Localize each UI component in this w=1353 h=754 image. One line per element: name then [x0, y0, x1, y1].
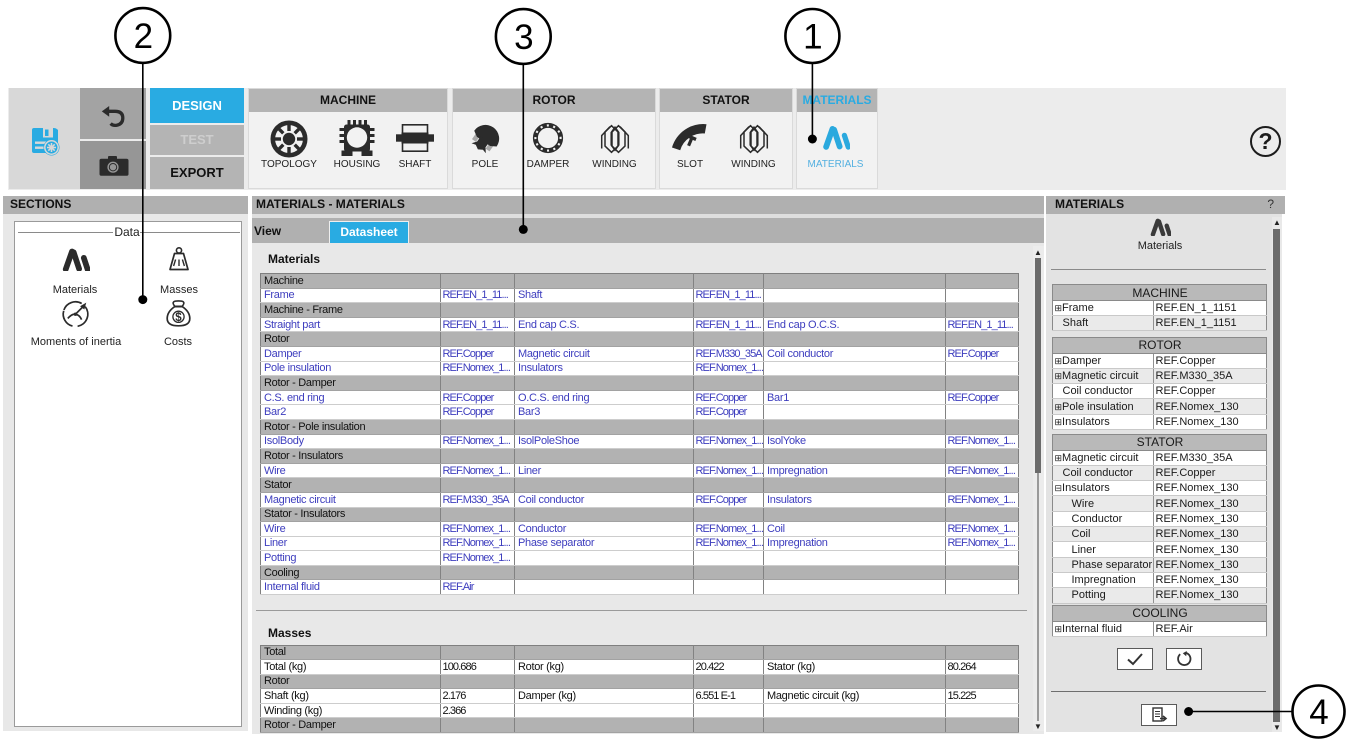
- svg-text:3: 3: [514, 18, 533, 57]
- svg-text:1: 1: [803, 18, 822, 57]
- svg-text:4: 4: [1309, 693, 1328, 732]
- svg-text:2: 2: [134, 17, 153, 56]
